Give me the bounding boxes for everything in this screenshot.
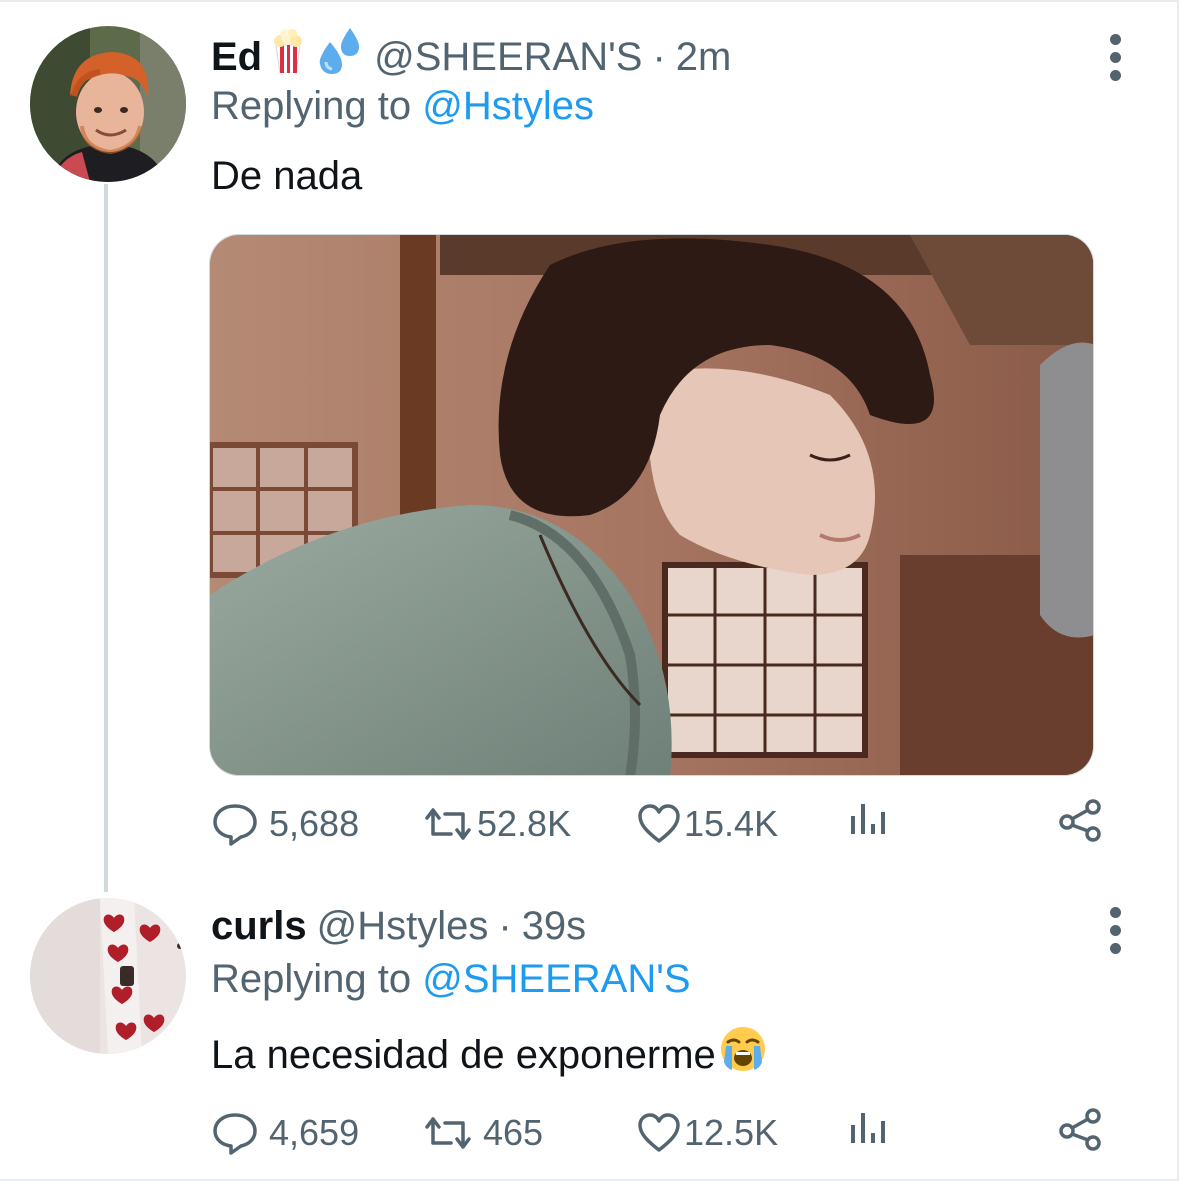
popcorn-emoji (272, 29, 304, 84)
replying-to-mention[interactable]: @SHEERAN'S (422, 957, 690, 1001)
handle[interactable]: @Hstyles (317, 902, 489, 950)
loudly-crying-face-emoji (718, 1024, 768, 1085)
reply-count: 4,659 (269, 1112, 360, 1153)
sweat-droplets-emoji (314, 28, 364, 85)
meta-separator: · (652, 34, 666, 79)
reply-count: 5,688 (269, 803, 360, 844)
avatar-ed[interactable] (30, 26, 186, 182)
like-action[interactable]: 12.5K (636, 1107, 778, 1159)
tweet-thread: Ed @SHEERAN'S · 2m Replying to @Hstyles … (0, 0, 1179, 1181)
speech-bubble-icon (213, 804, 257, 846)
retweet-arrows-icon (425, 1117, 471, 1149)
analytics-action[interactable] (847, 798, 887, 838)
reply-action[interactable]: 5,688 (211, 798, 359, 850)
tweet-text: La necesidad de exponerme (211, 1024, 768, 1085)
tweet-text: De nada (211, 152, 362, 200)
like-action[interactable]: 15.4K (636, 798, 778, 850)
retweet-action[interactable]: 465 (421, 1107, 543, 1159)
tweet-body: La necesidad de exponerme (211, 1032, 716, 1077)
tweet-header: Ed @SHEERAN'S · 2m (211, 28, 731, 85)
tweet-header: curls @Hstyles · 39s (211, 902, 586, 950)
retweet-action[interactable]: 52.8K (421, 798, 571, 850)
replying-prefix: Replying to (211, 957, 412, 1001)
display-name[interactable]: Ed (211, 33, 262, 81)
more-options-icon[interactable] (1109, 34, 1121, 81)
meta-separator: · (498, 904, 512, 948)
display-name[interactable]: curls (211, 902, 307, 950)
share-action[interactable] (1057, 798, 1103, 842)
tweet-body: De nada (211, 154, 363, 198)
more-options-icon[interactable] (1109, 907, 1121, 954)
replying-to-mention[interactable]: @Hstyles (422, 84, 594, 128)
reply-action[interactable]: 4,659 (211, 1107, 359, 1159)
speech-bubble-icon (213, 1113, 257, 1155)
like-count: 15.4K (684, 803, 779, 844)
heart-icon (638, 804, 680, 843)
share-action[interactable] (1057, 1107, 1103, 1151)
tweet-media-image[interactable] (209, 234, 1094, 776)
timestamp[interactable]: 39s (522, 902, 587, 950)
replying-prefix: Replying to (211, 84, 412, 128)
share-nodes-icon (1059, 1108, 1101, 1151)
retweet-count: 465 (483, 1112, 544, 1153)
timestamp[interactable]: 2m (676, 33, 732, 81)
replying-to-line: Replying to @Hstyles (211, 82, 594, 130)
analytics-action[interactable] (847, 1107, 887, 1147)
heart-icon (638, 1113, 680, 1152)
retweet-count: 52.8K (477, 803, 572, 844)
bar-chart-icon (851, 804, 885, 834)
avatar-curls[interactable] (30, 898, 186, 1054)
like-count: 12.5K (684, 1112, 779, 1153)
handle[interactable]: @SHEERAN'S (374, 33, 642, 81)
share-nodes-icon (1059, 799, 1101, 842)
thread-connector-line (104, 184, 108, 892)
replying-to-line: Replying to @SHEERAN'S (211, 955, 691, 1003)
bar-chart-icon (851, 1113, 885, 1143)
tweet-actions: 4,659 465 12.5K (211, 1107, 1111, 1159)
retweet-arrows-icon (425, 808, 471, 840)
tweet-actions: 5,688 52.8K 15.4K (211, 798, 1111, 850)
